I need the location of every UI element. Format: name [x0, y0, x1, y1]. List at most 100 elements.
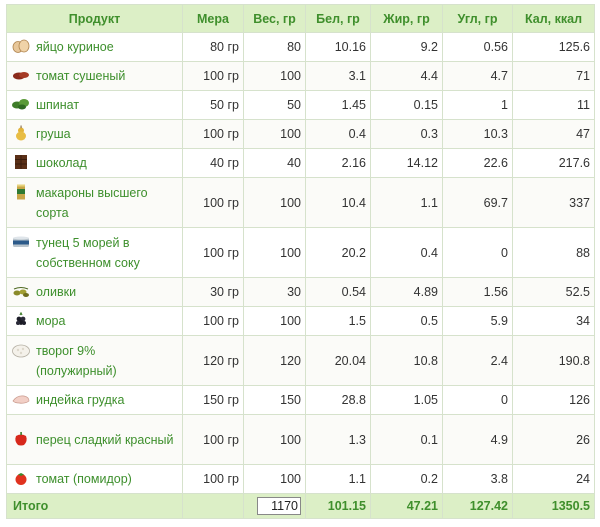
product-name-link[interactable]: оливки: [36, 282, 76, 302]
fat-cell: 4.89: [370, 277, 443, 307]
tuna-can-icon: [11, 234, 31, 250]
protein-cell: 1.45: [305, 90, 371, 120]
product-name-link[interactable]: макароны высшего сорта: [36, 183, 178, 223]
product-name-link[interactable]: тунец 5 морей в собственном соку: [36, 233, 178, 273]
carbs-cell: 3.8: [442, 464, 513, 494]
measure-cell: 100 гр: [182, 61, 244, 91]
carbs-cell: 0.56: [442, 32, 513, 62]
calories-cell: 47: [512, 119, 595, 149]
egg-icon: [11, 38, 31, 54]
fat-cell: 1.1: [370, 177, 443, 228]
table-row: тунец 5 морей в собственном соку 100 гр …: [6, 227, 595, 278]
carbs-cell: 0: [442, 385, 513, 415]
carbs-cell: 22.6: [442, 148, 513, 178]
olives-icon: [11, 283, 31, 299]
calories-cell: 126: [512, 385, 595, 415]
weight-cell: 40: [243, 148, 306, 178]
fat-cell: 10.8: [370, 335, 443, 386]
pear-icon: [11, 125, 31, 141]
carbs-cell: 10.3: [442, 119, 513, 149]
cottage-cheese-icon: [11, 342, 31, 358]
carbs-cell: 4.7: [442, 61, 513, 91]
weight-cell: 50: [243, 90, 306, 120]
table-row: томат (помидор) 100 гр 100 1.1 0.2 3.8 2…: [6, 464, 595, 494]
product-name-link[interactable]: яйцо куриное: [36, 37, 114, 57]
measure-cell: 100 гр: [182, 464, 244, 494]
nutrition-table: Продукт Мера Вес, гр Бел, гр Жир, гр Угл…: [6, 4, 595, 519]
product-name-link[interactable]: мора: [36, 311, 65, 331]
calories-cell: 52.5: [512, 277, 595, 307]
spinach-icon: [11, 96, 31, 112]
weight-cell: 100: [243, 119, 306, 149]
calories-cell: 88: [512, 227, 595, 278]
total-weight-field[interactable]: 1170: [257, 497, 301, 515]
chocolate-icon: [11, 154, 31, 170]
fat-cell: 4.4: [370, 61, 443, 91]
table-row: яйцо куриное 80 гр 80 10.16 9.2 0.56 125…: [6, 32, 595, 62]
weight-cell: 100: [243, 414, 306, 465]
protein-cell: 20.2: [305, 227, 371, 278]
weight-cell: 100: [243, 306, 306, 336]
fat-cell: 0.2: [370, 464, 443, 494]
total-carbs: 127.42: [442, 493, 513, 519]
header-measure: Мера: [182, 4, 244, 33]
table-row: оливки 30 гр 30 0.54 4.89 1.56 52.5: [6, 277, 595, 307]
measure-cell: 100 гр: [182, 306, 244, 336]
table-row: макароны высшего сорта 100 гр 100 10.4 1…: [6, 177, 595, 228]
carbs-cell: 2.4: [442, 335, 513, 386]
header-carbs: Угл, гр: [442, 4, 513, 33]
header-protein: Бел, гр: [305, 4, 371, 33]
total-fat: 47.21: [370, 493, 443, 519]
table-header-row: Продукт Мера Вес, гр Бел, гр Жир, гр Угл…: [6, 4, 595, 33]
weight-cell: 120: [243, 335, 306, 386]
measure-cell: 100 гр: [182, 119, 244, 149]
product-name-link[interactable]: индейка грудка: [36, 390, 124, 410]
measure-cell: 120 гр: [182, 335, 244, 386]
product-name-link[interactable]: груша: [36, 124, 71, 144]
product-name-link[interactable]: перец сладкий красный: [36, 430, 173, 450]
measure-cell: 80 гр: [182, 32, 244, 62]
protein-cell: 28.8: [305, 385, 371, 415]
protein-cell: 1.3: [305, 414, 371, 465]
fat-cell: 1.05: [370, 385, 443, 415]
fat-cell: 0.1: [370, 414, 443, 465]
pasta-icon: [11, 184, 31, 200]
measure-cell: 100 гр: [182, 227, 244, 278]
protein-cell: 2.16: [305, 148, 371, 178]
product-name-link[interactable]: томат (помидор): [36, 469, 132, 489]
blackberry-icon: [11, 312, 31, 328]
calories-cell: 125.6: [512, 32, 595, 62]
protein-cell: 1.1: [305, 464, 371, 494]
carbs-cell: 5.9: [442, 306, 513, 336]
calories-cell: 26: [512, 414, 595, 465]
weight-cell: 100: [243, 227, 306, 278]
fat-cell: 0.4: [370, 227, 443, 278]
calories-cell: 190.8: [512, 335, 595, 386]
measure-cell: 30 гр: [182, 277, 244, 307]
protein-cell: 0.4: [305, 119, 371, 149]
product-name-link[interactable]: шпинат: [36, 95, 79, 115]
product-name-link[interactable]: творог 9% (полужирный): [36, 341, 178, 381]
measure-cell: 40 гр: [182, 148, 244, 178]
total-label: Итого: [6, 493, 183, 519]
carbs-cell: 69.7: [442, 177, 513, 228]
carbs-cell: 1: [442, 90, 513, 120]
weight-cell: 80: [243, 32, 306, 62]
product-name-link[interactable]: томат сушеный: [36, 66, 125, 86]
table-row: творог 9% (полужирный) 120 гр 120 20.04 …: [6, 335, 595, 386]
total-row: Итого 1170 101.15 47.21 127.42 1350.5: [6, 493, 595, 519]
carbs-cell: 0: [442, 227, 513, 278]
weight-cell: 100: [243, 177, 306, 228]
fat-cell: 9.2: [370, 32, 443, 62]
protein-cell: 20.04: [305, 335, 371, 386]
fat-cell: 0.3: [370, 119, 443, 149]
calories-cell: 217.6: [512, 148, 595, 178]
calories-cell: 71: [512, 61, 595, 91]
protein-cell: 3.1: [305, 61, 371, 91]
weight-cell: 100: [243, 464, 306, 494]
measure-cell: 100 гр: [182, 414, 244, 465]
weight-cell: 150: [243, 385, 306, 415]
weight-cell: 100: [243, 61, 306, 91]
product-name-link[interactable]: шоколад: [36, 153, 87, 173]
measure-cell: 100 гр: [182, 177, 244, 228]
